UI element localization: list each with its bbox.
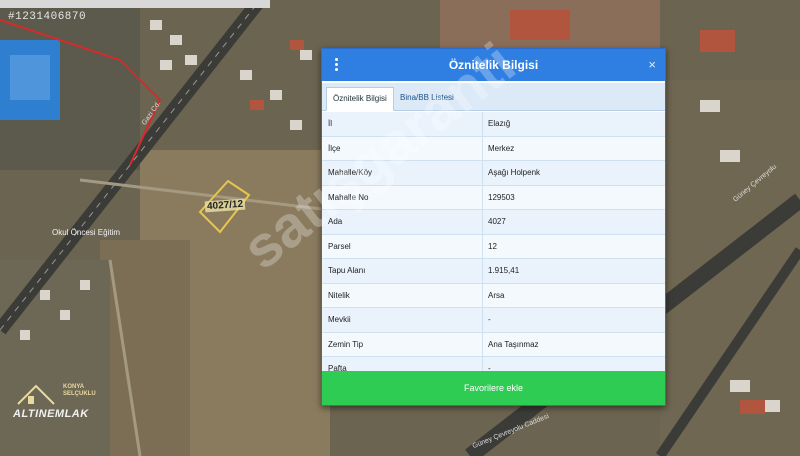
- row-value: 129503: [488, 192, 515, 202]
- row-value: -: [488, 315, 491, 324]
- row-key: Parsel: [328, 241, 351, 251]
- row-value: 12: [488, 241, 497, 251]
- agency-logo: KONYA SELÇUKLU ALTINEMLAK: [8, 378, 98, 428]
- logo-top-line2: SELÇUKLU: [63, 391, 96, 397]
- row-key: Zemin Tip: [328, 339, 364, 349]
- row-value: 4027: [488, 217, 506, 226]
- row-key: Tapu Alanı: [328, 266, 366, 275]
- logo-top-text: KONYA SELÇUKLU: [63, 384, 96, 398]
- row-value: Elazığ: [488, 119, 511, 128]
- table-row: Tapu Alanı 1.915,41: [322, 259, 665, 284]
- map-toolbar[interactable]: [0, 0, 270, 8]
- row-value: Aşağı Holpenk: [488, 168, 541, 177]
- row-key: Mevkii: [328, 315, 351, 324]
- close-icon[interactable]: ×: [648, 57, 656, 72]
- table-row: Parsel 12: [322, 234, 665, 259]
- row-key: İl: [328, 119, 332, 128]
- row-value: Ana Taşınmaz: [488, 339, 539, 349]
- table-row: Zemin Tip Ana Taşınmaz: [322, 332, 665, 357]
- table-row: Mevkii -: [322, 308, 665, 333]
- place-label: Okul Öncesi Eğitim: [52, 228, 121, 237]
- table-row: Ada 4027: [322, 210, 665, 235]
- logo-main-text: ALTINEMLAK: [13, 408, 89, 420]
- tab-attribute-info[interactable]: Öznitelik Bilgisi: [326, 87, 394, 111]
- logo-top-line1: KONYA: [63, 384, 85, 390]
- row-value: Merkez: [488, 143, 515, 153]
- row-value: 1.915,41: [488, 266, 520, 275]
- table-row: Nitelik Arsa: [322, 283, 665, 308]
- listing-number: #1231406870: [8, 11, 87, 23]
- add-to-favorites-button[interactable]: Favorilere ekle: [322, 371, 665, 405]
- row-value: Arsa: [488, 290, 505, 300]
- row-key: Nitelik: [328, 290, 350, 300]
